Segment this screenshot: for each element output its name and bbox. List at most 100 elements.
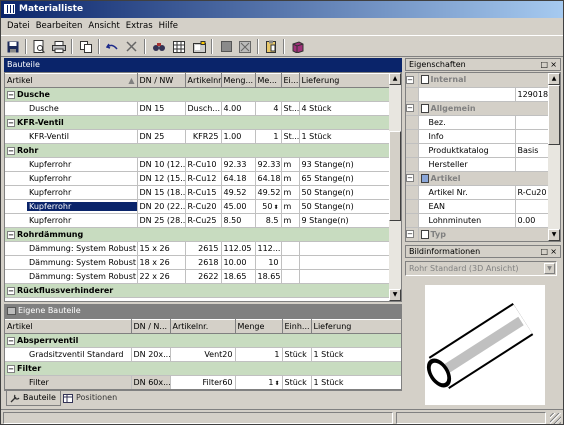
- table-row[interactable]: Dämmung: System Robust 22 x 26 2622 18.65 18…: [5, 269, 391, 284]
- resize-grip[interactable]: [550, 413, 561, 424]
- scroll-up-icon[interactable]: ▲: [548, 73, 560, 85]
- print-icon[interactable]: [51, 39, 67, 54]
- collapse-icon[interactable]: −: [406, 104, 414, 112]
- group-row[interactable]: − Rohrdämmung: [5, 227, 390, 242]
- wrench-icon: [10, 394, 20, 408]
- property-row[interactable]: Lohnminuten 0.00: [406, 213, 550, 228]
- table-row[interactable]: Kupferrohr DN 12 (15... R-Cu12 64.18 64.18 m 6…: [5, 171, 391, 186]
- properties-scrollbar[interactable]: ▲ ▼: [548, 73, 560, 241]
- menu-ansicht[interactable]: Ansicht: [85, 18, 122, 34]
- close-icon[interactable]: ×: [550, 246, 557, 257]
- group-row[interactable]: − Dusche: [5, 87, 390, 102]
- col-einheit[interactable]: Einh...: [282, 319, 312, 334]
- property-row[interactable]: Info: [406, 129, 550, 144]
- table-row[interactable]: Filter DN 60x... Filter60 1⬍ Stück 1 Stück: [5, 375, 401, 389]
- bauteile-scrollbar[interactable]: ▲ ▼: [389, 73, 401, 301]
- property-row[interactable]: Artikel Nr. R-Cu20: [406, 185, 550, 200]
- collapse-icon[interactable]: −: [7, 230, 15, 239]
- quantity-stepper[interactable]: 50: [262, 202, 272, 211]
- eigene-table: Artikel DN / N... Artikelnr. Menge Einh.…: [5, 319, 401, 389]
- collapse-icon[interactable]: −: [7, 286, 15, 295]
- collapse-icon[interactable]: −: [7, 146, 15, 155]
- col-einheit[interactable]: Ei...: [281, 73, 300, 88]
- view-select[interactable]: Rohr Standard (3D Ansicht) ▼: [405, 261, 557, 276]
- table-row[interactable]: Dämmung: System Robust 15 x 26 2615 112.05 1…: [5, 241, 391, 256]
- find-icon[interactable]: [151, 39, 167, 54]
- tab-positionen[interactable]: Positionen: [60, 391, 121, 406]
- property-row[interactable]: Bez.: [406, 115, 550, 130]
- property-row[interactable]: 1290182: [406, 87, 550, 102]
- collapse-icon[interactable]: −: [406, 174, 414, 182]
- scroll-thumb[interactable]: [389, 131, 401, 221]
- eigene-bauteile-header: Eigene Bauteile: [4, 304, 402, 318]
- scroll-down-icon[interactable]: ▼: [389, 289, 401, 301]
- table-row[interactable]: Kupferrohr DN 15 (18... R-Cu15 49.52 49.52 m 5…: [5, 185, 391, 200]
- section-allgemein[interactable]: − Allgemein: [406, 101, 550, 116]
- table-icon[interactable]: [171, 39, 187, 54]
- cancel-icon[interactable]: [237, 39, 253, 54]
- property-row[interactable]: EAN: [406, 199, 550, 214]
- collapse-icon[interactable]: −: [7, 364, 15, 373]
- col-artikel[interactable]: Artikel: [5, 319, 132, 334]
- section-internal[interactable]: − Internal: [406, 73, 550, 88]
- chevron-down-icon[interactable]: ▼: [544, 263, 555, 274]
- scroll-up-icon[interactable]: ▲: [389, 73, 401, 85]
- undo-icon[interactable]: [104, 39, 120, 54]
- section-artikel[interactable]: − Artikel: [406, 171, 550, 186]
- menu-datei[interactable]: Datei: [4, 18, 33, 34]
- save-icon[interactable]: [5, 39, 21, 54]
- table-row-selected[interactable]: Kupferrohr DN 20 (22... R-Cu20 45.00 50⬍ m 50 …: [5, 199, 391, 214]
- book-icon[interactable]: [290, 39, 306, 54]
- collapse-icon[interactable]: −: [7, 336, 15, 345]
- table-row[interactable]: Kupferrohr DN 10 (12... R-Cu10 92.33 92.33 m 9…: [5, 157, 391, 172]
- scroll-down-icon[interactable]: ▼: [548, 229, 560, 241]
- group-row[interactable]: − Absperrventil: [5, 333, 401, 348]
- eigene-table-pane: Artikel DN / N... Artikelnr. Menge Einh.…: [4, 318, 402, 390]
- clipboard-icon[interactable]: [263, 39, 279, 54]
- collapse-icon[interactable]: −: [406, 230, 414, 238]
- group-row[interactable]: − KFR-Ventil: [5, 115, 390, 130]
- table-row[interactable]: Dämmung: System Robust 18 x 26 2618 10.00 10: [5, 255, 391, 270]
- col-dn[interactable]: DN / NW: [137, 73, 186, 88]
- table-row[interactable]: Gradsitzventil Standard DN 20x... Vent20 1 S…: [5, 347, 401, 362]
- property-row[interactable]: Hersteller: [406, 157, 550, 172]
- group-row[interactable]: − Rohr: [5, 143, 390, 158]
- quantity-stepper[interactable]: 1: [268, 378, 273, 387]
- section-typ[interactable]: − Typ: [406, 227, 550, 241]
- menu-bearbeiten[interactable]: Bearbeiten: [33, 18, 86, 34]
- collapse-icon[interactable]: −: [7, 90, 15, 99]
- col-artikelnr[interactable]: Artikelnr.: [185, 73, 222, 88]
- col-menge[interactable]: Menge: [235, 319, 283, 334]
- dock-icon[interactable]: □: [540, 246, 548, 257]
- table-row[interactable]: Kupferrohr DN 25 (28... R-Cu25 8.50 8.5 m 9 St…: [5, 213, 391, 228]
- table-row[interactable]: Dusche DN 15 Dusch... 4.00 4 St... 4 Stück: [5, 101, 391, 116]
- tab-bauteile[interactable]: Bauteile: [6, 391, 61, 406]
- col-me[interactable]: Me...: [255, 73, 282, 88]
- group-row[interactable]: − Filter: [5, 361, 401, 376]
- section-icon: [420, 103, 429, 113]
- copy-icon[interactable]: [78, 39, 94, 54]
- menu-extras[interactable]: Extras: [123, 18, 156, 34]
- col-lieferung[interactable]: Lieferung: [311, 319, 401, 334]
- col-menge[interactable]: Meng...: [221, 73, 256, 88]
- scroll-thumb[interactable]: [548, 85, 560, 145]
- bauteile-header: Bauteile: [4, 58, 402, 72]
- table-row[interactable]: KFR-Ventil DN 25 KFR25 1.00 1 St... 1 Stück: [5, 129, 391, 144]
- menu-hilfe[interactable]: Hilfe: [156, 18, 181, 34]
- col-dn[interactable]: DN / N...: [131, 319, 171, 334]
- col-lieferung[interactable]: Lieferung: [299, 73, 391, 88]
- group-row[interactable]: − Rückflussverhinderer: [5, 283, 390, 298]
- stop-icon[interactable]: [218, 39, 234, 54]
- col-artikel[interactable]: Artikel ▲: [5, 73, 138, 88]
- image-icon[interactable]: [191, 39, 207, 54]
- collapse-icon[interactable]: −: [406, 75, 414, 84]
- collapse-icon[interactable]: −: [7, 118, 15, 127]
- col-artikelnr[interactable]: Artikelnr.: [170, 319, 236, 334]
- dock-icon[interactable]: □: [540, 59, 548, 70]
- bottom-tabs: Bauteile Positionen: [4, 390, 402, 406]
- app-icon: [4, 4, 15, 14]
- print-preview-icon[interactable]: [31, 39, 47, 54]
- delete-icon[interactable]: [123, 39, 139, 54]
- property-row[interactable]: Produktkatalog Basis: [406, 143, 550, 158]
- close-icon[interactable]: ×: [550, 59, 557, 70]
